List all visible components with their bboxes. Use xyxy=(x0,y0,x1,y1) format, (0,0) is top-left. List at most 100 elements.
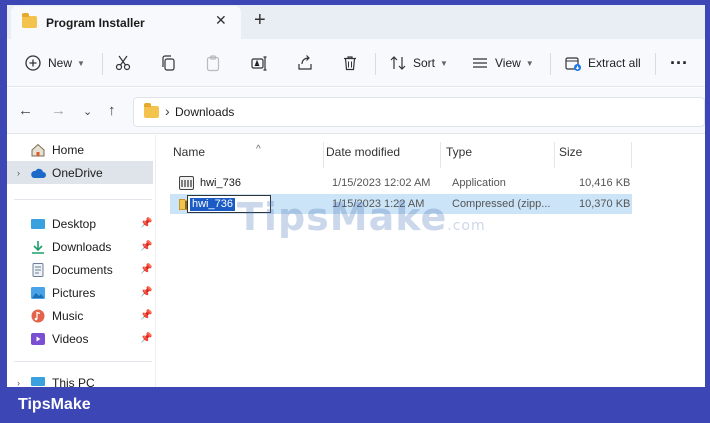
sidebar-label: Pictures xyxy=(52,285,96,300)
sidebar-item-pictures[interactable]: Pictures 📌 xyxy=(7,281,153,304)
address-bar[interactable]: › Downloads xyxy=(133,97,705,127)
column-label: Name xyxy=(173,145,206,159)
file-date: 1/15/2023 12:02 AM xyxy=(332,177,431,189)
watermark-suffix: .com xyxy=(447,218,486,234)
column-header-date-modified[interactable]: Date modified xyxy=(326,145,440,167)
column-divider[interactable] xyxy=(554,142,555,168)
clipboard-icon xyxy=(206,55,220,72)
view-button[interactable]: View ▼ xyxy=(471,39,534,87)
pin-icon[interactable]: 📌 xyxy=(140,287,152,298)
pane-divider xyxy=(155,135,156,387)
new-button[interactable]: New ▼ xyxy=(24,39,85,87)
chevron-right-icon: › xyxy=(17,377,20,388)
sidebar-label: Documents xyxy=(52,262,113,277)
chevron-right-icon: › xyxy=(17,167,20,178)
file-size: 10,370 KB xyxy=(579,198,631,210)
sidebar-item-onedrive[interactable]: › OneDrive xyxy=(7,161,153,184)
share-button[interactable] xyxy=(296,39,314,87)
command-bar: New ▼ Sort ▼ View ▼ Extract all ··· xyxy=(7,39,705,87)
extract-all-button[interactable]: Extract all xyxy=(564,39,641,87)
pin-icon[interactable]: 📌 xyxy=(140,310,152,321)
cloud-icon xyxy=(30,166,46,180)
column-label: Date modified xyxy=(326,145,401,159)
column-divider[interactable] xyxy=(323,142,324,168)
pin-icon[interactable]: 📌 xyxy=(140,264,152,275)
up-arrow-icon[interactable]: ↑ xyxy=(108,102,116,119)
new-tab-button[interactable]: + xyxy=(254,9,266,32)
video-icon xyxy=(30,332,46,346)
brand-logo: TipsMake xyxy=(18,396,91,413)
scissors-icon xyxy=(115,55,131,71)
divider xyxy=(14,361,152,362)
document-icon xyxy=(30,262,46,277)
tab-title: Program Installer xyxy=(46,16,145,30)
file-name: hwi_736 xyxy=(200,177,241,189)
rename-button[interactable] xyxy=(250,39,268,87)
trash-icon xyxy=(344,56,356,71)
delete-button[interactable] xyxy=(341,39,359,87)
column-divider[interactable] xyxy=(440,142,441,168)
file-explorer-window: Program Installer ✕ + New ▼ Sort ▼ View … xyxy=(7,5,705,387)
recent-locations-chevron-icon[interactable]: ⌄ xyxy=(83,105,92,118)
paste-button[interactable] xyxy=(204,39,222,87)
watermark-text: TipsMake xyxy=(237,195,448,239)
sidebar-label: Videos xyxy=(52,331,89,346)
extract-all-label: Extract all xyxy=(588,56,641,70)
extract-icon xyxy=(565,57,581,71)
sort-button[interactable]: Sort ▼ xyxy=(389,39,448,87)
more-options-button[interactable]: ··· xyxy=(670,39,688,87)
sort-icon xyxy=(390,56,406,70)
sidebar-item-desktop[interactable]: Desktop 📌 xyxy=(7,212,153,235)
sidebar-item-documents[interactable]: Documents 📌 xyxy=(7,258,153,281)
desktop-icon xyxy=(30,217,46,231)
column-label: Type xyxy=(446,145,473,159)
divider xyxy=(655,53,656,75)
column-divider[interactable] xyxy=(631,142,632,168)
cut-button[interactable] xyxy=(114,39,132,87)
back-arrow-icon[interactable]: ← xyxy=(18,102,33,119)
sidebar-item-music[interactable]: Music 📌 xyxy=(7,304,153,327)
home-icon xyxy=(30,143,46,157)
column-header-name[interactable]: Name ^ xyxy=(173,144,323,167)
sidebar-label: Music xyxy=(52,308,84,323)
address-row: ← → ⌄ ↑ › Downloads xyxy=(7,88,705,134)
copy-button[interactable] xyxy=(159,39,177,87)
sort-caret-icon: ^ xyxy=(256,144,261,155)
tab-bar: Program Installer ✕ + xyxy=(7,5,705,39)
breadcrumb-separator: › xyxy=(165,103,170,119)
plus-circle-icon xyxy=(25,55,41,71)
file-type: Application xyxy=(452,177,506,189)
divider xyxy=(550,53,551,75)
music-icon xyxy=(30,309,46,323)
sidebar-label: Desktop xyxy=(52,216,97,231)
rename-icon xyxy=(251,56,267,71)
sidebar-item-videos[interactable]: Videos 📌 xyxy=(7,327,153,350)
forward-arrow-icon[interactable]: → xyxy=(51,102,66,119)
pin-icon[interactable]: 📌 xyxy=(140,241,152,252)
divider xyxy=(102,53,103,75)
column-header-size[interactable]: Size xyxy=(559,145,631,167)
divider xyxy=(14,199,152,200)
breadcrumb-downloads[interactable]: Downloads xyxy=(175,105,234,119)
folder-icon xyxy=(22,13,37,28)
table-row[interactable]: hwi_736 1/15/2023 12:02 AM Application 1… xyxy=(170,173,632,193)
pin-icon[interactable]: 📌 xyxy=(140,333,152,344)
computer-icon xyxy=(30,376,46,387)
file-list: Name ^ Date modified Type Size hwi_736 1… xyxy=(157,135,705,387)
pin-icon[interactable]: 📌 xyxy=(140,218,152,229)
download-icon xyxy=(30,240,46,254)
tab-program-installer[interactable]: Program Installer ✕ xyxy=(11,6,241,39)
share-icon xyxy=(298,55,312,70)
view-label: View xyxy=(495,56,521,70)
pictures-icon xyxy=(30,286,46,300)
sidebar-item-downloads[interactable]: Downloads 📌 xyxy=(7,235,153,258)
file-size: 10,416 KB xyxy=(579,177,631,189)
sidebar-item-home[interactable]: Home xyxy=(7,138,153,161)
navigation-pane: Home › OneDrive Desktop 📌 Downloads 📌 Do… xyxy=(7,135,157,387)
sidebar-item-this-pc[interactable]: › This PC xyxy=(7,371,153,387)
column-header-type[interactable]: Type xyxy=(446,145,554,167)
chevron-down-icon: ▼ xyxy=(440,58,448,68)
close-tab-icon[interactable]: ✕ xyxy=(215,12,227,29)
sort-label: Sort xyxy=(413,56,436,70)
sidebar-label: Home xyxy=(52,142,85,157)
